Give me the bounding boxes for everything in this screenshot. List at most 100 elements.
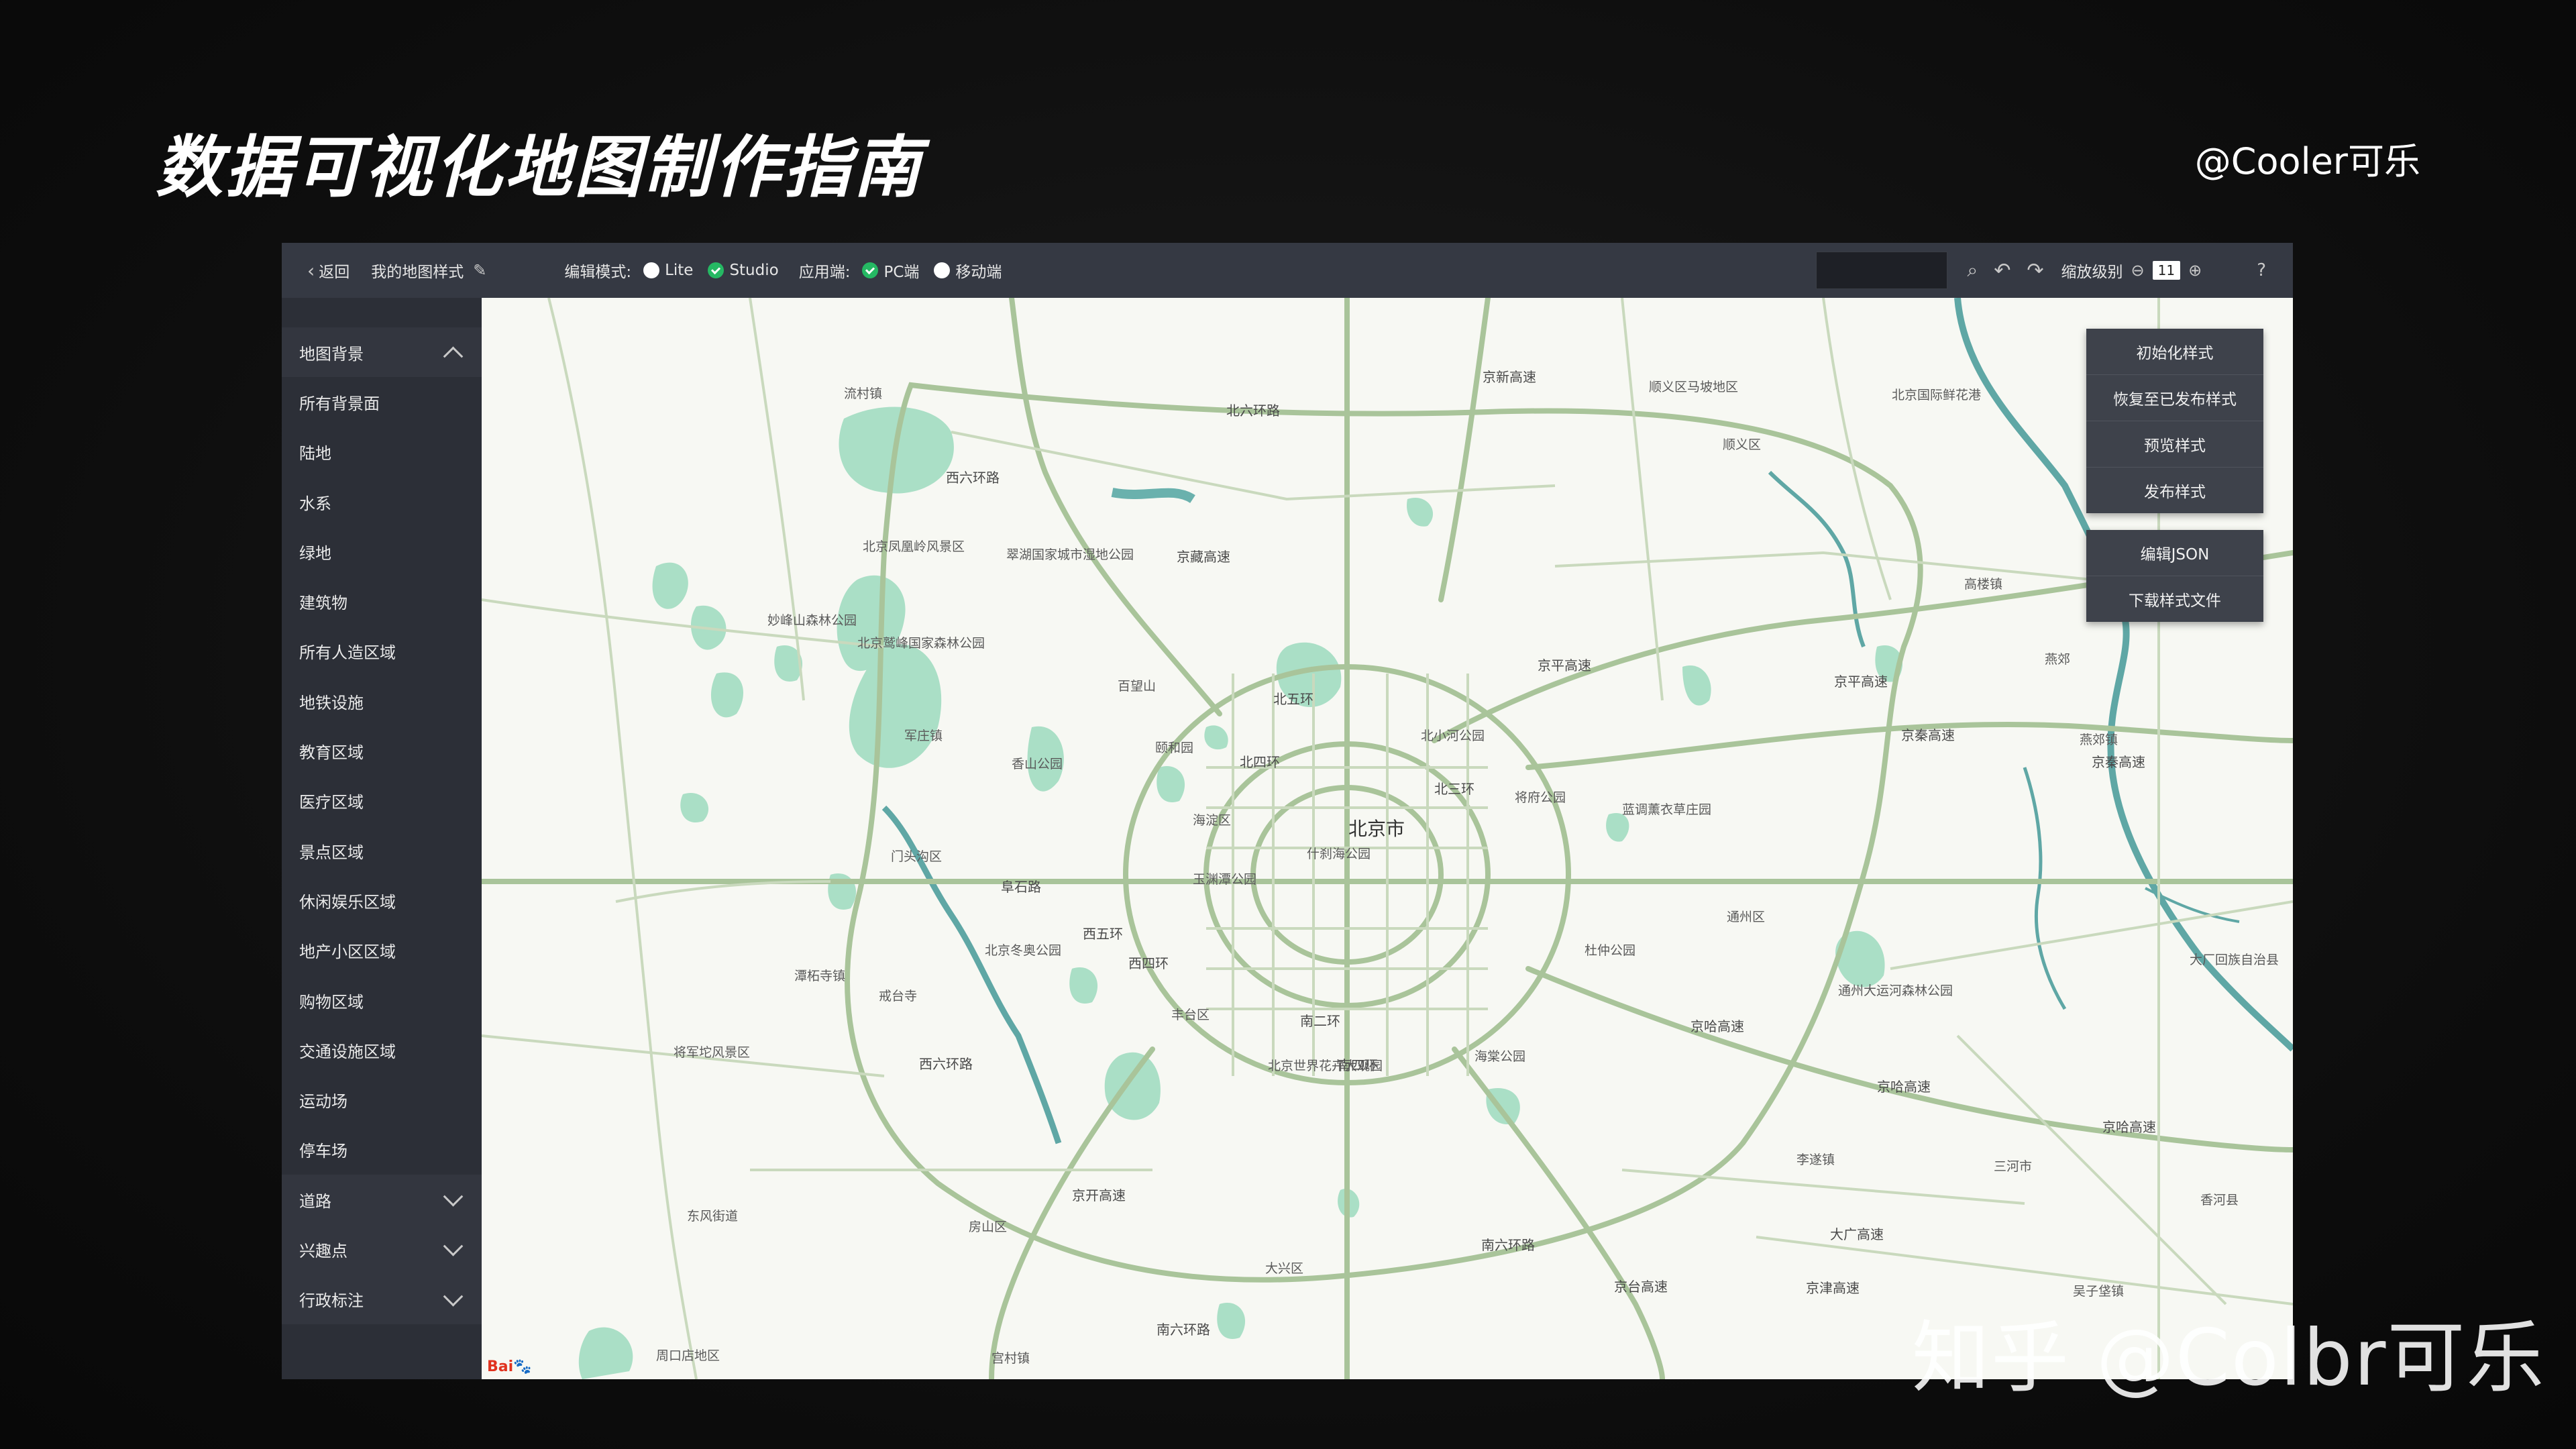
- map-label-place: 北京凤凰岭风景区: [863, 539, 965, 554]
- json-actions-panel: 编辑JSON 下载样式文件: [2086, 530, 2263, 622]
- sidebar-item[interactable]: 绿地: [282, 527, 482, 576]
- zoom-level-value[interactable]: 11: [2152, 261, 2181, 280]
- map-label-place: 海棠公园: [1474, 1049, 1526, 1064]
- slide-title: 数据可视化地图制作指南: [156, 128, 923, 207]
- top-toolbar: ‹ 返回 我的地图样式 ✎ 编辑模式: Lite Studio 应用端: PC端…: [282, 243, 2293, 298]
- map-label-place: 李遂镇: [1796, 1152, 1835, 1167]
- map-label-place: 顺义区: [1723, 437, 1762, 452]
- map-label-place: 颐和园: [1155, 741, 1194, 755]
- chevron-down-icon: [443, 1236, 464, 1257]
- redo-icon[interactable]: ↷: [2027, 259, 2043, 282]
- map-label-place: 通州大运河森林公园: [1838, 983, 1953, 998]
- help-icon[interactable]: ?: [2257, 260, 2266, 280]
- map-label-place: 流村镇: [844, 386, 883, 401]
- platform-mobile-radio[interactable]: 移动端: [934, 259, 1008, 282]
- map-label-road: 京秦高速: [2092, 754, 2145, 770]
- map-label-place: 燕郊: [2045, 652, 2071, 667]
- publish-style-button[interactable]: 发布样式: [2086, 468, 2263, 513]
- restore-style-button[interactable]: 恢复至已发布样式: [2086, 375, 2263, 421]
- map-label-place: 将军坨风景区: [674, 1045, 751, 1060]
- map-label-road: 西六环路: [946, 470, 1000, 486]
- map-label-road: 京台高速: [1614, 1279, 1668, 1295]
- map-label-place: 大厂回族自治县: [2190, 953, 2279, 967]
- sidebar-section-poi[interactable]: 兴趣点: [282, 1224, 482, 1275]
- undo-icon[interactable]: ↶: [1994, 259, 2010, 282]
- sidebar-item[interactable]: 地铁设施: [282, 676, 482, 726]
- sidebar-item[interactable]: 所有背景面: [282, 377, 482, 427]
- map-label-road: 南六环路: [1157, 1322, 1210, 1338]
- map-label-city: 北京市: [1348, 818, 1405, 840]
- edit-icon[interactable]: ✎: [473, 261, 486, 280]
- map-label-place: 房山区: [969, 1220, 1008, 1234]
- map-label-place: 门头沟区: [891, 849, 943, 864]
- map-label-road: 西六环路: [919, 1056, 973, 1072]
- map-label-place: 北京鹫峰国家森林公园: [857, 636, 985, 651]
- map-label-place: 周口店地区: [656, 1348, 720, 1363]
- sidebar-item[interactable]: 景点区域: [282, 826, 482, 875]
- map-label-road: 京哈高速: [1877, 1079, 1931, 1095]
- chevron-down-icon: [443, 1187, 464, 1207]
- search-icon[interactable]: ⌕: [1968, 259, 1978, 282]
- map-label-road: 大广高速: [1830, 1226, 1884, 1242]
- sidebar-item[interactable]: 运动场: [282, 1075, 482, 1124]
- map-label-place: 香山公园: [1012, 757, 1063, 771]
- map-editor-window: ‹ 返回 我的地图样式 ✎ 编辑模式: Lite Studio 应用端: PC端…: [282, 243, 2293, 1379]
- map-label-place: 三河市: [1994, 1159, 2033, 1174]
- sidebar-item[interactable]: 教育区域: [282, 726, 482, 775]
- sidebar-section-admin[interactable]: 行政标注: [282, 1274, 482, 1324]
- zoom-in-icon[interactable]: ⊕: [2188, 261, 2202, 280]
- map-label-place: 百望山: [1118, 679, 1157, 694]
- sidebar-item[interactable]: 医疗区域: [282, 776, 482, 826]
- map-label-place: 通州区: [1727, 910, 1766, 924]
- map-label-place: 宫村镇: [991, 1351, 1030, 1366]
- sidebar-section-background[interactable]: 地图背景: [282, 327, 482, 378]
- sidebar-item[interactable]: 停车场: [282, 1125, 482, 1175]
- map-label-place: 香河县: [2200, 1193, 2239, 1208]
- platform-pc-radio[interactable]: PC端: [862, 259, 926, 282]
- map-label-place: 将府公园: [1515, 790, 1566, 805]
- map-label-road: 南六环路: [1481, 1237, 1535, 1253]
- map-label-place: 海淀区: [1193, 813, 1232, 828]
- map-label-road: 京开高速: [1072, 1187, 1126, 1203]
- map-label-road: 北五环: [1273, 691, 1313, 707]
- init-style-button[interactable]: 初始化样式: [2086, 329, 2263, 375]
- sidebar-item[interactable]: 购物区域: [282, 975, 482, 1025]
- preview-style-button[interactable]: 预览样式: [2086, 421, 2263, 468]
- sidebar-item[interactable]: 休闲娱乐区域: [282, 875, 482, 925]
- sidebar-item[interactable]: 建筑物: [282, 576, 482, 626]
- sidebar-item[interactable]: 地产小区区域: [282, 926, 482, 975]
- check-radio-icon: [708, 262, 724, 278]
- map-label-place: 东风街道: [687, 1209, 739, 1224]
- map-label-place: 蓝调薰衣草庄园: [1622, 802, 1712, 817]
- radio-icon: [934, 262, 951, 278]
- back-button[interactable]: ‹ 返回: [307, 259, 356, 282]
- download-style-button[interactable]: 下载样式文件: [2086, 576, 2263, 622]
- map-label-road: 阜石路: [1001, 879, 1041, 895]
- mode-lite-radio[interactable]: Lite: [643, 262, 700, 279]
- map-label-road: 京津高速: [1806, 1280, 1860, 1296]
- map-label-road: 京平高速: [1538, 657, 1591, 674]
- map-label-road: 北三环: [1434, 781, 1474, 797]
- map-label-place: 北小河公园: [1421, 729, 1485, 743]
- map-label-place: 北京世界花卉大观园: [1268, 1059, 1383, 1073]
- mode-studio-radio[interactable]: Studio: [708, 262, 785, 279]
- sidebar-item[interactable]: 所有人造区域: [282, 627, 482, 676]
- map-label-place: 翠湖国家城市湿地公园: [1006, 547, 1134, 562]
- layer-sidebar: 地图背景 所有背景面 陆地 水系 绿地 建筑物 所有人造区域 地铁设施 教育区域…: [282, 298, 482, 1379]
- sidebar-item[interactable]: 交通设施区域: [282, 1025, 482, 1075]
- sidebar-item[interactable]: 水系: [282, 477, 482, 527]
- watermark: 知乎 @Colbr可乐: [1912, 1313, 2546, 1403]
- platform-label: 应用端:: [798, 264, 851, 281]
- search-input[interactable]: [1815, 252, 1947, 289]
- map-label-road: 西四环: [1128, 955, 1169, 971]
- edit-json-button[interactable]: 编辑JSON: [2086, 530, 2263, 576]
- style-name: 我的地图样式: [371, 264, 464, 281]
- map-canvas[interactable]: 北京市 北六环路 北五环 北四环 北三环 南二环 南四环 南六环路 南六环路 京…: [482, 298, 2293, 1379]
- sidebar-item[interactable]: 陆地: [282, 427, 482, 477]
- map-label-road: 京新高速: [1483, 369, 1536, 385]
- sidebar-section-road[interactable]: 道路: [282, 1175, 482, 1225]
- map-label-place: 妙峰山森林公园: [767, 613, 857, 628]
- check-radio-icon: [862, 262, 879, 278]
- map-label-place: 玉渊潭公园: [1193, 872, 1257, 887]
- zoom-out-icon[interactable]: ⊖: [2131, 261, 2145, 280]
